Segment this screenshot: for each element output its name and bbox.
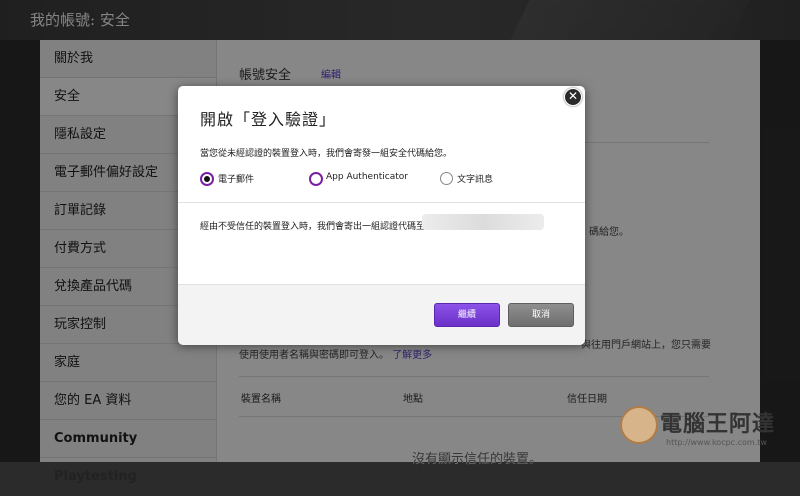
dialog-title: 開啟「登入驗證」 xyxy=(200,110,337,129)
close-icon[interactable]: ✕ xyxy=(564,88,582,106)
redacted-email xyxy=(422,214,544,230)
option-label: 電子郵件 xyxy=(218,175,255,185)
continue-button[interactable]: 繼續 xyxy=(434,303,500,327)
watermark-text: 電腦王阿達 xyxy=(660,412,776,437)
dialog-description: 當您從未經認證的裝置登入時，我們會寄發一組安全代碼給您。 xyxy=(200,149,453,159)
dialog-divider xyxy=(178,202,585,203)
mascot-icon xyxy=(620,406,658,444)
radio-app-authenticator[interactable] xyxy=(309,172,323,186)
option-label: App Authenticator xyxy=(326,172,409,182)
dialog-footer: 繼續 取消 xyxy=(178,284,585,345)
option-label: 文字訊息 xyxy=(457,175,494,185)
login-verification-dialog: 開啟「登入驗證」 ✕ 當您從未經認證的裝置登入時，我們會寄發一組安全代碼給您。 … xyxy=(178,86,585,345)
watermark: 電腦王阿達 http://www.kocpc.com.tw xyxy=(620,400,800,462)
radio-sms[interactable] xyxy=(440,172,453,185)
radio-email[interactable] xyxy=(200,172,214,186)
untrusted-device-text: 經由不受信任的裝置登入時，我們會寄出一組認證代碼至 xyxy=(200,222,426,232)
watermark-url: http://www.kocpc.com.tw xyxy=(666,438,767,447)
cancel-button[interactable]: 取消 xyxy=(508,303,574,327)
